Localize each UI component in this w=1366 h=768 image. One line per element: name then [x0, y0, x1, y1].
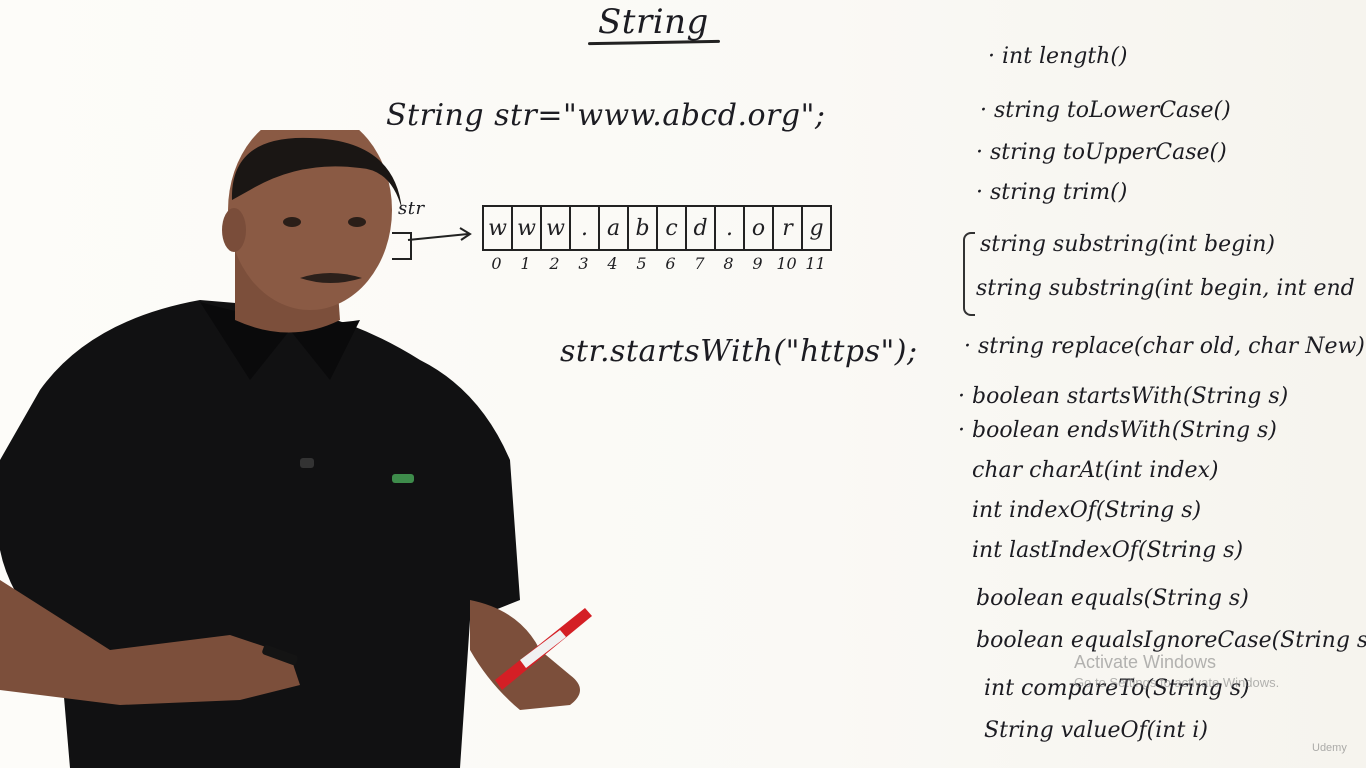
activate-windows-watermark: Activate Windows Go to Settings to activ… — [1074, 652, 1279, 690]
method-item: · string toUpperCase() — [976, 140, 1227, 165]
array-cell: a — [600, 207, 629, 249]
method-item: string substring(int begin) — [980, 232, 1276, 257]
watermark-subtitle: Go to Settings to activate Windows. — [1074, 675, 1280, 690]
method-item: int lastIndexOf(String s) — [972, 538, 1244, 563]
array-index: 9 — [752, 254, 763, 273]
udemy-logo: Udemy — [1312, 742, 1347, 754]
method-item: String valueOf(int i) — [984, 718, 1208, 743]
starts-with-call: str.startsWith("https"); — [560, 334, 918, 369]
method-item: · boolean endsWith(String s) — [958, 418, 1277, 443]
presenter — [0, 130, 592, 768]
method-item: boolean equals(String s) — [976, 586, 1249, 611]
method-item: · string toLowerCase() — [980, 98, 1231, 123]
array-cell: . — [716, 207, 745, 249]
method-item: · int length() — [988, 44, 1128, 69]
array-index: 10 — [776, 254, 797, 273]
method-item: char charAt(int index) — [972, 458, 1219, 483]
string-declaration: String str="www.abcd.org"; — [386, 98, 826, 133]
method-item: · string trim() — [976, 180, 1128, 205]
method-item: boolean equalsIgnoreCase(String s) — [976, 628, 1366, 653]
method-item: · boolean startsWith(String s) — [958, 384, 1289, 409]
array-cell: d — [687, 207, 716, 249]
watermark-title: Activate Windows — [1074, 652, 1217, 672]
board-title: String — [598, 2, 709, 42]
substring-bracket — [963, 232, 975, 316]
array-index: 7 — [694, 254, 705, 273]
method-item: string substring(int begin, int end — [976, 276, 1355, 301]
method-item: · string replace(char old, char New) — [964, 334, 1365, 359]
array-index: 8 — [723, 254, 734, 273]
array-cell: g — [809, 215, 824, 241]
array-cell: r — [774, 207, 803, 249]
array-index: 6 — [665, 254, 676, 273]
array-cell: b — [629, 207, 658, 249]
method-item: int indexOf(String s) — [972, 498, 1202, 523]
array-index: 4 — [607, 254, 618, 273]
array-cell: o — [745, 207, 774, 249]
array-index: 11 — [805, 254, 826, 273]
array-cell: c — [658, 207, 687, 249]
array-index: 5 — [636, 254, 647, 273]
